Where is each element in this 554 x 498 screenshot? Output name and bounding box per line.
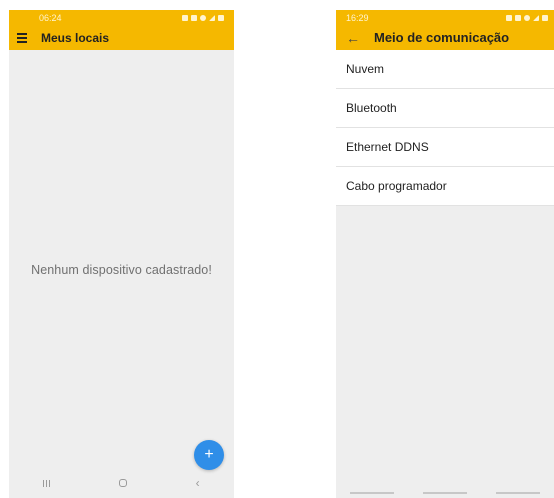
home-icon[interactable] — [118, 479, 127, 487]
navigation-bar: ‹ — [9, 468, 234, 498]
status-icons — [182, 14, 224, 21]
device-list-empty — [9, 50, 234, 468]
option-cabo-programador[interactable]: Cabo programador — [336, 167, 554, 206]
option-bluetooth[interactable]: Bluetooth — [336, 89, 554, 128]
back-nav-icon[interactable]: ‹ — [196, 476, 200, 490]
phone-screen-meus-locais: 06:24 Meus locais Nenhum dispositivo cad… — [9, 10, 234, 498]
option-nuvem[interactable]: Nuvem — [336, 50, 554, 89]
phone-screen-meio-de-comunicacao: 16:29 ← Meio de comunicação Nuvem Blueto… — [336, 10, 554, 498]
gesture-bar[interactable] — [495, 492, 540, 494]
status-icons — [506, 14, 548, 21]
gesture-navigation-bar — [336, 488, 554, 498]
gesture-bar[interactable] — [422, 492, 467, 494]
signal-icon — [533, 14, 539, 21]
wifi-icon — [524, 14, 530, 21]
alarm-icon — [182, 14, 188, 21]
page-title: Meus locais — [41, 30, 110, 45]
status-time: 16:29 — [346, 12, 369, 23]
status-time: 06:24 — [39, 12, 62, 23]
signal-icon — [209, 14, 215, 21]
option-ethernet-ddns[interactable]: Ethernet DDNS — [336, 128, 554, 167]
back-arrow-icon[interactable]: ← — [346, 30, 360, 46]
hamburger-menu-icon[interactable] — [17, 31, 27, 45]
option-label: Cabo programador — [346, 179, 447, 193]
app-bar: ← Meio de comunicação — [336, 25, 554, 50]
add-device-button[interactable]: + — [194, 440, 224, 470]
wifi-icon — [200, 14, 206, 21]
battery-icon — [218, 14, 224, 21]
alarm-icon — [506, 14, 512, 21]
mute-icon — [515, 14, 521, 21]
communication-options-list: Nuvem Bluetooth Ethernet DDNS Cabo progr… — [336, 50, 554, 206]
mute-icon — [191, 14, 197, 21]
option-label: Nuvem — [346, 62, 385, 76]
battery-icon — [542, 14, 548, 21]
status-bar: 06:24 — [9, 10, 234, 25]
app-bar: Meus locais — [9, 25, 234, 50]
recents-icon[interactable] — [43, 479, 51, 487]
empty-state-message: Nenhum dispositivo cadastrado! — [31, 263, 212, 277]
gesture-bar[interactable] — [350, 492, 395, 494]
option-label: Ethernet DDNS — [346, 140, 429, 154]
page-title: Meio de comunicação — [374, 30, 510, 45]
status-bar: 16:29 — [336, 10, 554, 25]
option-label: Bluetooth — [346, 101, 397, 115]
